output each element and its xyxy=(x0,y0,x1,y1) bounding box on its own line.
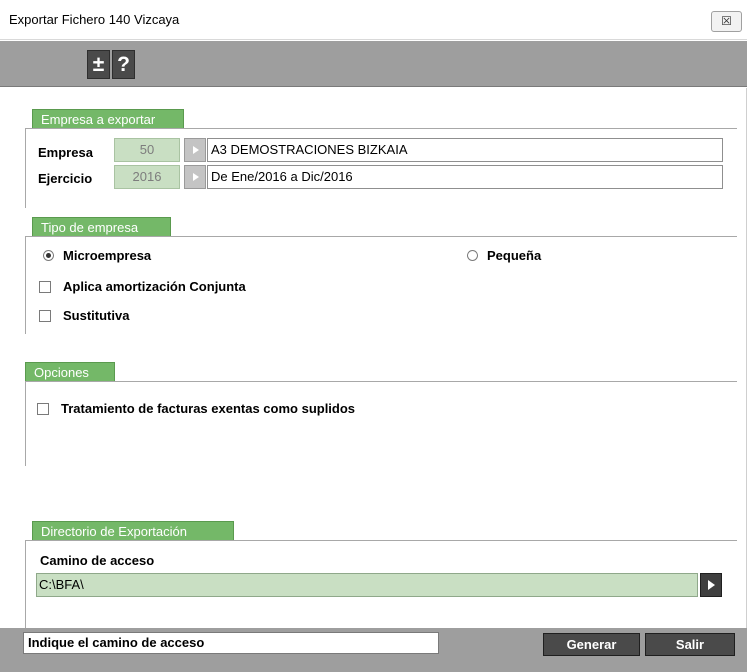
close-icon[interactable]: ☒ xyxy=(711,11,742,32)
pequena-radio[interactable] xyxy=(467,250,478,261)
section-border xyxy=(25,236,26,334)
microempresa-radio[interactable] xyxy=(43,250,54,261)
window-title: Exportar Fichero 140 Vizcaya xyxy=(9,12,180,27)
plus-minus-button[interactable]: ± xyxy=(87,50,110,79)
empresa-code-field[interactable]: 50 xyxy=(114,138,180,162)
generar-button[interactable]: Generar xyxy=(543,633,640,656)
browse-folder-button[interactable] xyxy=(700,573,722,597)
status-message: Indique el camino de acceso xyxy=(23,632,439,654)
toolbar: ± ? xyxy=(0,41,747,87)
section-border xyxy=(25,381,26,466)
ejercicio-desc-field[interactable]: De Ene/2016 a Dic/2016 xyxy=(207,165,723,189)
pequena-label: Pequeña xyxy=(487,248,542,263)
tratamiento-checkbox[interactable] xyxy=(37,403,49,415)
section-tab-empresa: Empresa a exportar xyxy=(32,109,184,128)
section-border xyxy=(25,128,26,208)
microempresa-label: Microempresa xyxy=(63,248,152,263)
section-tab-opciones: Opciones xyxy=(25,362,115,381)
section-border xyxy=(25,540,26,628)
section-tab-directorio: Directorio de Exportación xyxy=(32,521,234,540)
empresa-name-field[interactable]: A3 DEMOSTRACIONES BIZKAIA xyxy=(207,138,723,162)
ejercicio-label: Ejercicio xyxy=(38,171,93,186)
section-divider xyxy=(25,236,737,237)
amortizacion-label: Aplica amortización Conjunta xyxy=(63,279,246,294)
main-panel: Empresa a exportar Empresa 50 A3 DEMOSTR… xyxy=(0,88,747,628)
title-bar: Exportar Fichero 140 Vizcaya ☒ xyxy=(0,0,747,40)
section-divider xyxy=(25,540,737,541)
empresa-label: Empresa xyxy=(38,145,93,160)
salir-button[interactable]: Salir xyxy=(645,633,735,656)
help-button[interactable]: ? xyxy=(112,50,135,79)
empresa-lookup-button[interactable] xyxy=(184,138,206,162)
status-bar: Indique el camino de acceso Generar Sali… xyxy=(0,628,747,672)
sustitutiva-label: Sustitutiva xyxy=(63,308,130,323)
section-tab-tipo: Tipo de empresa xyxy=(32,217,171,236)
sustitutiva-checkbox[interactable] xyxy=(39,310,51,322)
tratamiento-label: Tratamiento de facturas exentas como sup… xyxy=(61,401,356,416)
camino-label: Camino de acceso xyxy=(40,553,155,568)
amortizacion-checkbox[interactable] xyxy=(39,281,51,293)
ejercicio-code-field[interactable]: 2016 xyxy=(114,165,180,189)
section-divider xyxy=(25,128,737,129)
section-divider xyxy=(25,381,737,382)
ejercicio-lookup-button[interactable] xyxy=(184,165,206,189)
camino-input[interactable]: C:\BFA\ xyxy=(36,573,698,597)
